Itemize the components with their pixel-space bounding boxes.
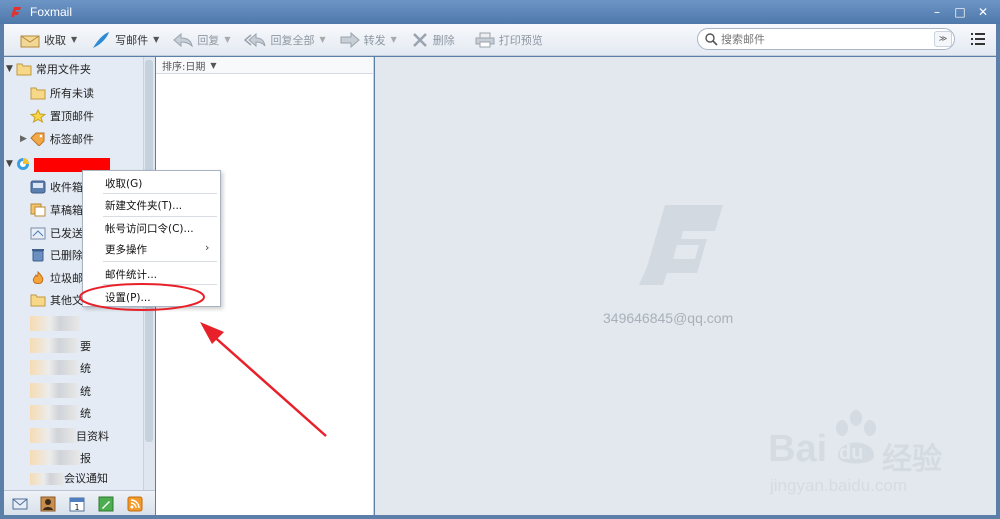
annotation-overlay <box>79 283 327 437</box>
annotation-circle <box>79 283 205 311</box>
annotation-arrow-shaft <box>209 332 327 437</box>
